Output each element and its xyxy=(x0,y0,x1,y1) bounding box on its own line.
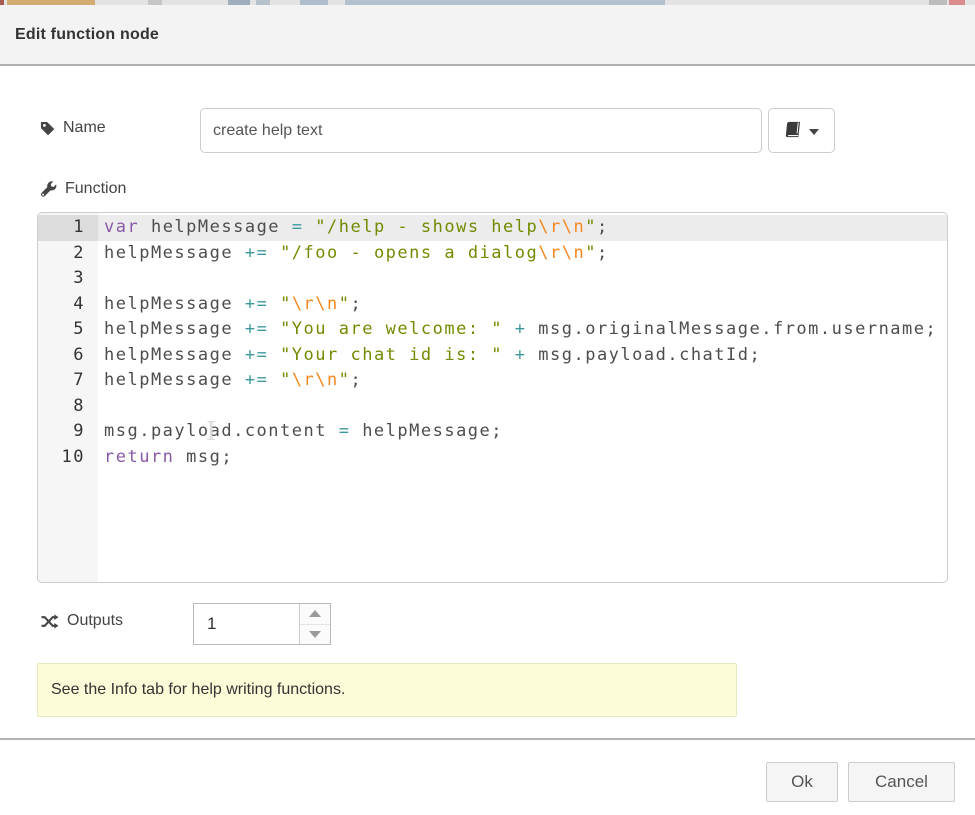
line-number: 10 xyxy=(38,445,98,471)
code-line-content: helpMessage += "\r\n"; xyxy=(98,292,947,318)
book-icon xyxy=(785,121,802,141)
footer-divider xyxy=(0,738,975,740)
code-rows: 1var helpMessage = "/help - shows help\r… xyxy=(38,215,947,470)
line-number: 4 xyxy=(38,292,98,318)
spinner-down-button[interactable] xyxy=(300,624,330,645)
edit-function-node-dialog: Edit function node Name xyxy=(0,0,975,815)
outputs-label: Outputs xyxy=(40,612,123,630)
shuffle-icon xyxy=(40,614,59,629)
arrow-up-icon xyxy=(309,610,321,617)
wrench-icon xyxy=(40,181,57,198)
outputs-row: Outputs xyxy=(37,603,637,645)
code-line-content xyxy=(98,394,947,420)
line-number: 9 xyxy=(38,419,98,445)
line-number: 1 xyxy=(38,215,98,241)
name-row: Name xyxy=(37,108,948,153)
spinner-buttons xyxy=(299,604,330,644)
code-line-10[interactable]: 10return msg; xyxy=(38,445,947,471)
line-number: 2 xyxy=(38,241,98,267)
outputs-spinner xyxy=(193,603,331,645)
cancel-button[interactable]: Cancel xyxy=(848,762,955,802)
code-line-content: helpMessage += "/foo - opens a dialog\r\… xyxy=(98,241,947,267)
code-line-content: var helpMessage = "/help - shows help\r\… xyxy=(98,215,947,241)
function-label: Function xyxy=(40,180,126,198)
code-editor[interactable]: 1var helpMessage = "/help - shows help\r… xyxy=(37,212,948,583)
line-number: 5 xyxy=(38,317,98,343)
code-line-7[interactable]: 7helpMessage += "\r\n"; xyxy=(38,368,947,394)
outputs-input[interactable] xyxy=(194,604,299,644)
code-line-6[interactable]: 6helpMessage += "Your chat id is: " + ms… xyxy=(38,343,947,369)
line-number: 7 xyxy=(38,368,98,394)
dialog-title: Edit function node xyxy=(15,26,159,44)
code-line-1[interactable]: 1var helpMessage = "/help - shows help\r… xyxy=(38,215,947,241)
code-line-content: return msg; xyxy=(98,445,947,471)
code-line-content xyxy=(98,266,947,292)
info-tip: See the Info tab for help writing functi… xyxy=(37,663,737,717)
line-number: 6 xyxy=(38,343,98,369)
code-line-5[interactable]: 5helpMessage += "You are welcome: " + ms… xyxy=(38,317,947,343)
code-line-content: helpMessage += "You are welcome: " + msg… xyxy=(98,317,947,343)
ok-button[interactable]: Ok xyxy=(766,762,838,802)
code-line-content: helpMessage += "\r\n"; xyxy=(98,368,947,394)
caret-down-icon xyxy=(809,123,819,138)
code-line-2[interactable]: 2helpMessage += "/foo - opens a dialog\r… xyxy=(38,241,947,267)
arrow-down-icon xyxy=(309,631,321,638)
code-line-9[interactable]: 9msg.payload.content = helpMessage; xyxy=(38,419,947,445)
code-line-content: msg.payload.content = helpMessage; xyxy=(98,419,947,445)
code-line-4[interactable]: 4helpMessage += "\r\n"; xyxy=(38,292,947,318)
code-line-content: helpMessage += "Your chat id is: " + msg… xyxy=(98,343,947,369)
line-number: 8 xyxy=(38,394,98,420)
code-line-8[interactable]: 8 xyxy=(38,394,947,420)
library-button[interactable] xyxy=(768,108,835,153)
tag-icon xyxy=(40,121,55,136)
code-line-3[interactable]: 3 xyxy=(38,266,947,292)
info-tip-text: See the Info tab for help writing functi… xyxy=(51,681,345,699)
spinner-up-button[interactable] xyxy=(300,604,330,624)
name-input[interactable] xyxy=(200,108,762,153)
line-number: 3 xyxy=(38,266,98,292)
dialog-header: Edit function node xyxy=(0,5,975,66)
name-label: Name xyxy=(40,119,106,137)
